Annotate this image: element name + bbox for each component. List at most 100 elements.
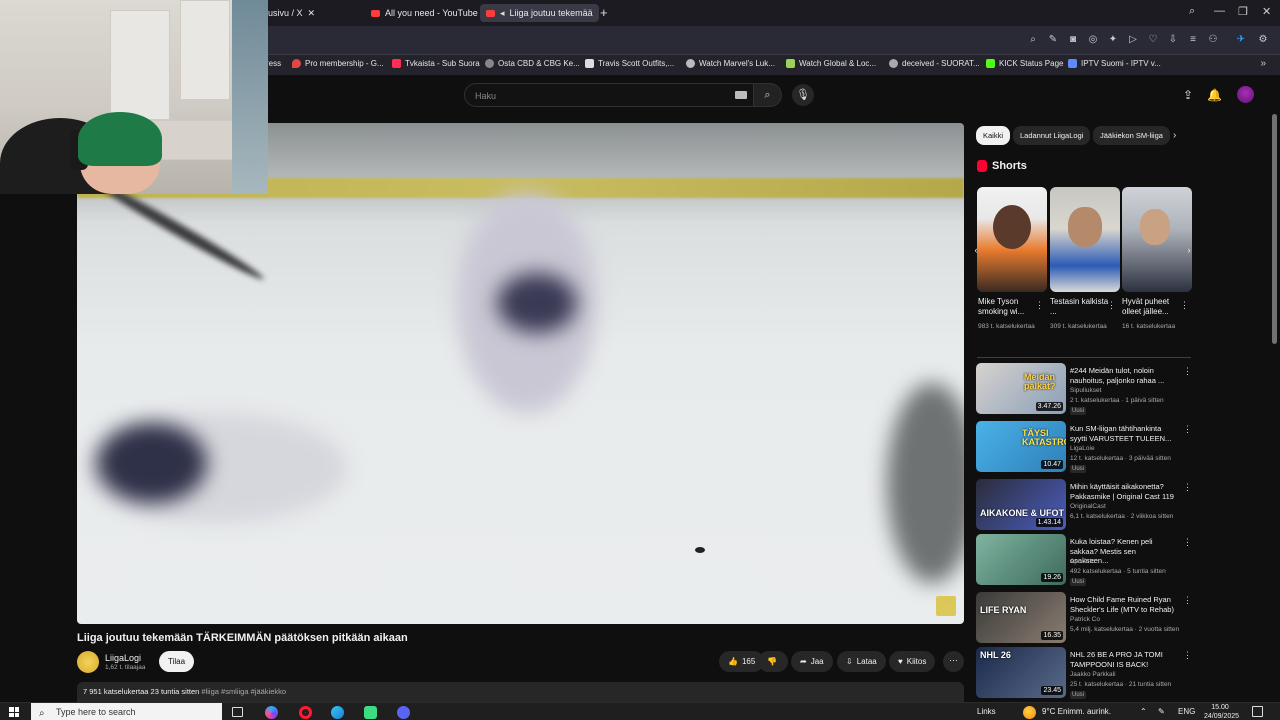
search-input[interactable] xyxy=(475,89,715,103)
more-vert-icon[interactable]: ⋮ xyxy=(1180,300,1189,311)
maximize-icon[interactable]: ❐ xyxy=(1238,5,1248,18)
video-title[interactable]: Mihin käyttäisit aikakonetta? Pakkasmike… xyxy=(1070,482,1174,501)
chip-uploader[interactable]: Ladannut LiigaLogi xyxy=(1013,126,1091,145)
bookmark-item[interactable]: Watch Global & Loc... xyxy=(786,59,876,68)
profile-icon[interactable]: ⚇ xyxy=(1207,34,1219,46)
list-item[interactable]: Meidän palkat? 3.47.26 #244 Meidän tulot… xyxy=(976,363,1192,415)
scrollbar[interactable] xyxy=(1272,114,1277,344)
list-item[interactable]: AIKAKONE & UFOT 1.43.14 Mihin käyttäisit… xyxy=(976,479,1192,531)
clock[interactable]: 15.00 24/09/2025 xyxy=(1204,703,1239,720)
channel-watermark[interactable] xyxy=(936,596,956,616)
video-title[interactable]: How Child Fame Ruined Ryan Sheckler's Li… xyxy=(1070,595,1174,614)
video-title[interactable]: Kun SM-liigan tähtihankinta syytti VARUS… xyxy=(1070,424,1174,443)
channel-name[interactable]: LiigaLogi xyxy=(105,653,141,663)
heart-icon[interactable]: ♡ xyxy=(1147,34,1159,46)
description-box[interactable]: 7 951 katselukertaa 23 tuntia sitten #li… xyxy=(77,682,964,702)
bell-icon[interactable]: 🔔 xyxy=(1207,88,1222,102)
bookmark-item[interactable]: Travis Scott Outfits,... xyxy=(585,59,674,68)
video-thumbnail[interactable]: Meidän palkat? 3.47.26 xyxy=(976,363,1066,414)
video-title[interactable]: NHL 26 BE A PRO JA TOMI TAMPPOONI IS BAC… xyxy=(1070,650,1174,669)
short-thumbnail[interactable] xyxy=(1122,187,1192,292)
search-tabs-icon[interactable]: ⌕ xyxy=(1189,5,1195,18)
close-icon[interactable]: ✕ xyxy=(308,8,316,19)
bookmark-item[interactable]: IPTV Suomi - IPTV v... xyxy=(1068,59,1161,68)
settings-icon[interactable]: ⚙ xyxy=(1257,34,1269,46)
tray-links[interactable]: Links xyxy=(977,707,996,716)
zoom-icon[interactable]: ⌕ xyxy=(1027,34,1039,46)
aria-icon[interactable]: ✈ xyxy=(1235,34,1247,46)
task-view-icon[interactable] xyxy=(232,707,243,717)
video-title[interactable]: #244 Meidän tulot, noloin nauhoitus, pal… xyxy=(1070,366,1174,385)
channel-name[interactable]: Apu Arto xyxy=(1070,558,1095,565)
dislike-button[interactable]: 👎 xyxy=(758,651,788,672)
voice-search-button[interactable]: 🎙 xyxy=(792,84,814,106)
download-button[interactable]: ⇩ Lataa xyxy=(837,651,886,672)
create-icon[interactable]: ⇪ xyxy=(1181,88,1195,102)
channel-name[interactable]: OriginalCast xyxy=(1070,503,1106,510)
more-vert-icon[interactable]: ⋮ xyxy=(1107,300,1116,311)
close-window-icon[interactable]: ✕ xyxy=(1262,5,1271,18)
chip-all[interactable]: Kaikki xyxy=(976,126,1011,145)
download-icon[interactable]: ⇩ xyxy=(1167,34,1179,46)
chip-sm-liiga[interactable]: Jääkiekon SM-liiga xyxy=(1093,126,1170,145)
short-thumbnail[interactable] xyxy=(1050,187,1120,292)
input-language[interactable]: ENG xyxy=(1178,707,1195,716)
pen-icon[interactable]: ✎ xyxy=(1158,707,1165,716)
bookmark-item[interactable]: ress xyxy=(266,59,281,68)
channel-name[interactable]: LigaLoie xyxy=(1070,445,1095,452)
short-title[interactable]: Hyvät puheet olleet jällee... xyxy=(1122,297,1182,317)
notification-icon[interactable] xyxy=(1252,706,1263,717)
weather-sun-icon[interactable] xyxy=(1023,706,1036,719)
more-actions-button[interactable]: ⋯ xyxy=(943,651,964,672)
tab-youtube-all-you-need[interactable]: All you need - YouTube xyxy=(365,4,484,22)
list-item[interactable]: NHL 26 23.45 NHL 26 BE A PRO JA TOMI TAM… xyxy=(976,647,1192,699)
extension-icon[interactable]: ✦ xyxy=(1107,34,1119,46)
list-item[interactable]: TÄYSI KATASTROFI 10.47 Kun SM-liigan täh… xyxy=(976,421,1192,473)
vpn-icon[interactable]: ◎ xyxy=(1087,34,1099,46)
more-vert-icon[interactable]: ⋮ xyxy=(1183,424,1192,435)
minimize-icon[interactable]: — xyxy=(1214,5,1225,17)
chevron-up-icon[interactable]: ⌃ xyxy=(1140,707,1147,716)
share-button[interactable]: ➦ Jaa xyxy=(791,651,833,672)
more-vert-icon[interactable]: ⋮ xyxy=(1035,300,1044,311)
tab-liiga-active[interactable]: ◂ Liiga joutuu tekemää xyxy=(480,4,599,22)
video-thumbnail[interactable]: AIKAKONE & UFOT 1.43.14 xyxy=(976,479,1066,530)
more-vert-icon[interactable]: ⋮ xyxy=(1183,595,1192,606)
bookmark-item[interactable]: Watch Marvel's Luk... xyxy=(686,59,775,68)
app-icon[interactable] xyxy=(364,706,377,719)
more-vert-icon[interactable]: ⋮ xyxy=(1183,537,1192,548)
more-vert-icon[interactable]: ⋮ xyxy=(1183,366,1192,377)
bookmarks-more-icon[interactable]: » xyxy=(1260,58,1266,69)
thanks-button[interactable]: ♥ Kiitos xyxy=(889,651,936,672)
opera-icon[interactable] xyxy=(299,706,312,719)
video-thumbnail[interactable]: LIFE RYAN 16.35 xyxy=(976,592,1066,643)
bookmark-item[interactable]: KICK Status Page xyxy=(986,59,1063,68)
bookmark-item[interactable]: deceived - SUORAT... xyxy=(889,59,980,68)
avatar[interactable] xyxy=(1237,86,1254,103)
camera-icon[interactable]: ◙ xyxy=(1067,34,1079,46)
search-button[interactable]: ⌕ xyxy=(754,83,782,107)
chevron-left-icon[interactable]: ‹ xyxy=(970,244,982,256)
bookmark-item[interactable]: Pro membership - G... xyxy=(292,59,384,68)
hashtags[interactable]: #liiga #smliiga #jääkiekko xyxy=(201,687,286,696)
list-item[interactable]: 19.26 Kuka loistaa? Kenen peli sakkaa? M… xyxy=(976,534,1192,586)
copilot-icon[interactable] xyxy=(265,706,278,719)
video-thumbnail[interactable]: NHL 26 23.45 xyxy=(976,647,1066,698)
keyboard-icon[interactable] xyxy=(735,91,747,99)
channel-name[interactable]: Jaakko Parkkali xyxy=(1070,671,1116,678)
short-title[interactable]: Mike Tyson smoking wi... xyxy=(978,297,1038,317)
video-player[interactable] xyxy=(77,123,964,624)
chevron-right-icon[interactable]: › xyxy=(1173,130,1176,141)
channel-avatar[interactable] xyxy=(77,651,99,673)
subscribe-button[interactable]: Tilaa xyxy=(159,651,194,672)
channel-name[interactable]: Sipuliukset xyxy=(1070,387,1101,394)
taskbar-search[interactable]: ⌕ Type here to search xyxy=(31,703,222,720)
channel-name[interactable]: Patrick Co xyxy=(1070,616,1100,623)
discord-icon[interactable] xyxy=(397,706,410,719)
bookmark-item[interactable]: Osta CBD & CBG Ke... xyxy=(485,59,580,68)
chevron-right-icon[interactable]: › xyxy=(1183,244,1195,256)
edit-icon[interactable]: ✎ xyxy=(1047,34,1059,46)
windows-start-icon[interactable] xyxy=(9,707,19,717)
edge-icon[interactable] xyxy=(331,706,344,719)
menu-icon[interactable]: ≡ xyxy=(1187,34,1199,46)
